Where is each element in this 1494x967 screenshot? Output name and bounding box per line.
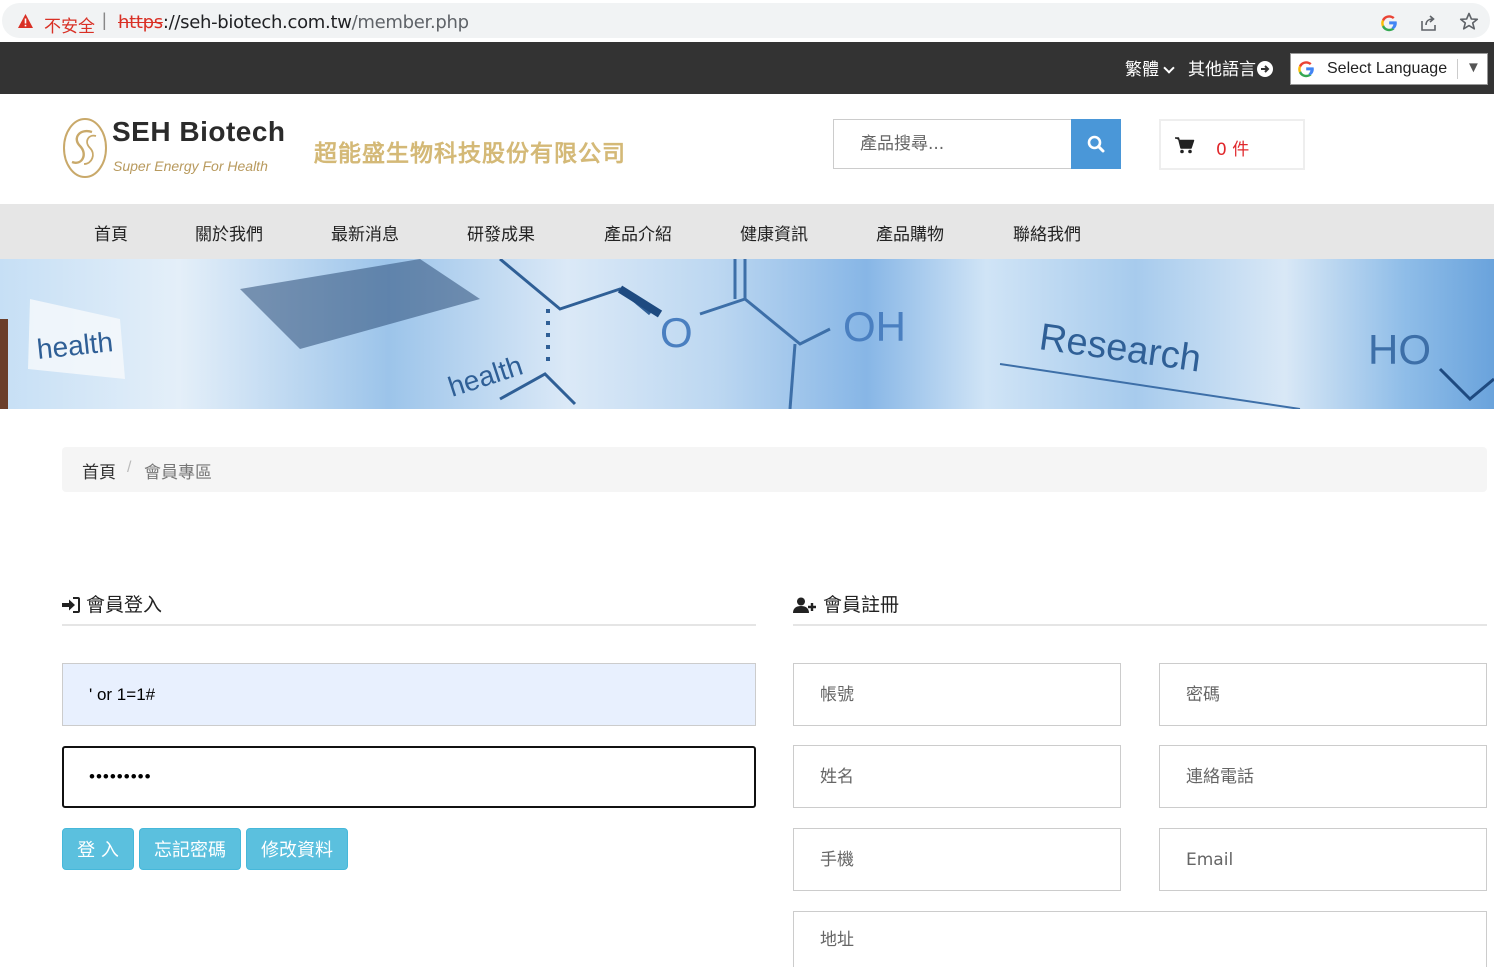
- nav-item-products[interactable]: 產品介紹: [604, 220, 672, 245]
- banner-word-health-2: health: [444, 350, 526, 403]
- breadcrumb-current: 會員專區: [144, 463, 212, 483]
- search-icon: [1087, 135, 1105, 153]
- nav-item-news[interactable]: 最新消息: [331, 220, 399, 245]
- login-password-input[interactable]: [62, 746, 756, 808]
- security-label[interactable]: 不安全: [44, 12, 95, 37]
- url-host: ://seh-biotech.com.tw: [162, 12, 352, 33]
- banner-word-research: Research: [1037, 316, 1204, 380]
- login-title: 會員登入: [86, 594, 163, 616]
- cart-count: 0 件: [1216, 140, 1250, 160]
- register-name-input[interactable]: [793, 745, 1121, 808]
- cart-button[interactable]: 0 件: [1159, 119, 1305, 170]
- translate-divider: [1457, 59, 1458, 79]
- search-button[interactable]: [1071, 119, 1121, 169]
- nav-item-home[interactable]: 首頁: [94, 220, 128, 245]
- browser-address-bar: 不安全 | https://seh-biotech.com.tw/member.…: [0, 0, 1494, 42]
- banner-word-o: O: [660, 309, 693, 356]
- nav-item-about[interactable]: 關於我們: [195, 220, 263, 245]
- login-heading: 會員登入: [62, 590, 162, 617]
- omnibox[interactable]: 不安全 | https://seh-biotech.com.tw/member.…: [2, 3, 1490, 38]
- banner-illustration: health health O OH Research HO: [0, 259, 1494, 409]
- breadcrumb: 首頁 / 會員專區: [62, 447, 1487, 492]
- translate-label: Select Language: [1327, 60, 1448, 77]
- login-button[interactable]: 登 入: [62, 828, 134, 870]
- url-text[interactable]: https://seh-biotech.com.tw/member.php: [118, 12, 469, 33]
- google-g-icon: [1298, 61, 1314, 78]
- warning-icon[interactable]: [18, 14, 33, 28]
- company-name: 超能盛生物科技股份有限公司: [314, 141, 626, 167]
- other-languages-label: 其他語言: [1188, 60, 1256, 80]
- google-lens-icon[interactable]: [1379, 13, 1399, 33]
- forgot-password-button[interactable]: 忘記密碼: [139, 828, 241, 870]
- register-mobile-input[interactable]: [793, 828, 1121, 891]
- nav-item-research[interactable]: 研發成果: [467, 220, 535, 245]
- breadcrumb-home-link[interactable]: 首頁: [82, 458, 116, 483]
- chevron-down-icon: [1163, 62, 1175, 74]
- google-translate-select[interactable]: Select Language ▼: [1290, 53, 1488, 85]
- brand-tagline: Super Energy For Health: [113, 158, 268, 174]
- register-password-input[interactable]: [1159, 663, 1487, 726]
- nav-item-contact[interactable]: 聯絡我們: [1013, 220, 1081, 245]
- login-username-input[interactable]: [62, 663, 756, 726]
- register-phone-input[interactable]: [1159, 745, 1487, 808]
- security-separator: |: [102, 10, 107, 30]
- sign-in-icon: [62, 597, 80, 613]
- share-icon[interactable]: [1419, 13, 1439, 33]
- bookmark-star-icon[interactable]: [1459, 12, 1479, 32]
- other-languages-link[interactable]: 其他語言: [1188, 55, 1273, 80]
- product-search-input[interactable]: [833, 119, 1072, 169]
- main-nav: 首頁 關於我們 最新消息 研發成果 產品介紹 健康資訊 產品購物 聯絡我們: [0, 204, 1494, 259]
- register-account-input[interactable]: [793, 663, 1121, 726]
- banner-word-ho: HO: [1368, 326, 1431, 373]
- banner-word-oh: OH: [843, 303, 906, 350]
- language-current: 繁體: [1125, 60, 1159, 80]
- register-divider: [793, 624, 1487, 626]
- brand-name[interactable]: SEH Biotech: [112, 116, 286, 148]
- register-title: 會員註冊: [823, 594, 900, 616]
- logo-emblem-icon[interactable]: [62, 116, 108, 180]
- breadcrumb-separator: /: [127, 459, 132, 476]
- hero-banner-image: health health O OH Research HO: [0, 259, 1494, 409]
- shopping-cart-icon: [1175, 137, 1195, 154]
- register-address-input[interactable]: [793, 911, 1487, 967]
- nav-item-health-info[interactable]: 健康資訊: [740, 220, 808, 245]
- user-plus-icon: [793, 597, 816, 613]
- nav-item-shop[interactable]: 產品購物: [876, 220, 944, 245]
- language-dropdown[interactable]: 繁體: [1125, 55, 1175, 80]
- top-utility-bar: 繁體 其他語言 Select Language ▼: [0, 42, 1494, 94]
- arrow-circle-right-icon: [1257, 61, 1273, 77]
- url-path: /member.php: [351, 12, 469, 33]
- register-heading: 會員註冊: [793, 590, 899, 617]
- url-scheme: https: [118, 12, 163, 33]
- dropdown-arrow-icon: ▼: [1466, 59, 1481, 76]
- login-divider: [62, 624, 756, 626]
- register-email-input[interactable]: [1159, 828, 1487, 891]
- edit-profile-button[interactable]: 修改資料: [246, 828, 348, 870]
